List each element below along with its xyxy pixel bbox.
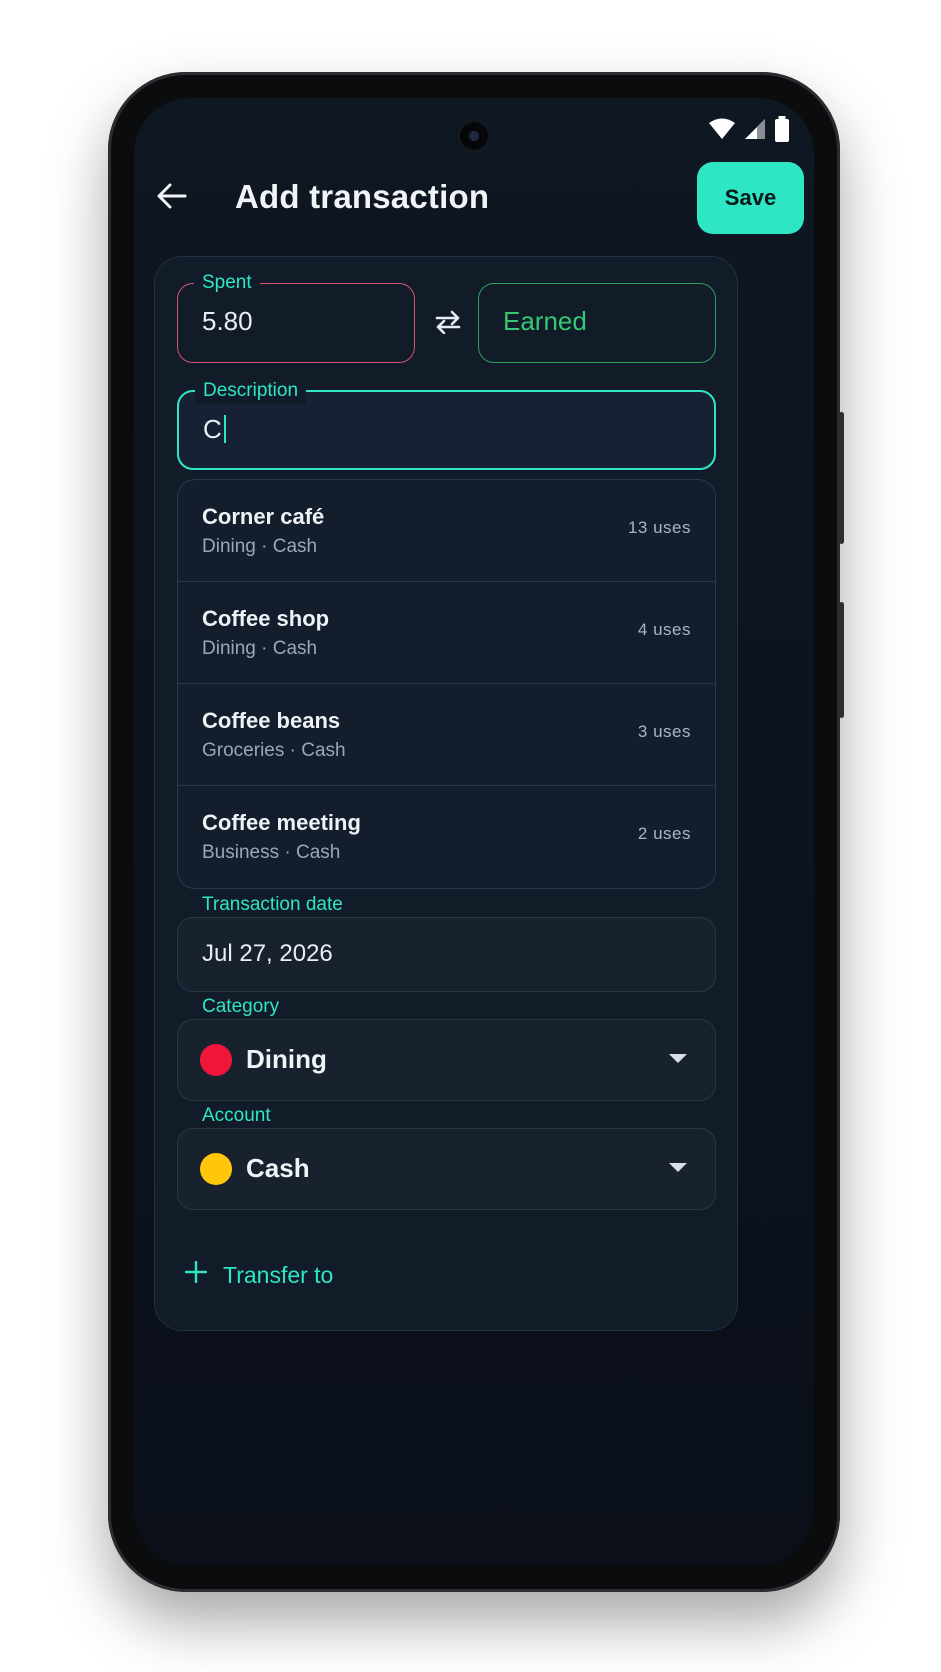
back-button[interactable] (152, 178, 192, 218)
page-title: Add transaction (235, 178, 490, 215)
suggestion-detail: Dining · Cash (202, 638, 318, 659)
category-value: Dining (246, 1044, 327, 1074)
description-value: C (203, 414, 222, 444)
phone-frame: Add transaction Save Spent 5.80 Earned D… (108, 72, 844, 1592)
account-color-dot (200, 1153, 232, 1185)
suggestion-item[interactable]: Corner café Dining · Cash 13 uses (178, 480, 715, 582)
transaction-date-value: Jul 27, 2026 (202, 940, 333, 967)
battery-icon (774, 116, 790, 147)
category-color-dot (200, 1044, 232, 1076)
category-select[interactable]: Category Dining (177, 996, 716, 1101)
suggestion-name: Corner café (202, 504, 325, 529)
chevron-down-icon (669, 1054, 687, 1063)
category-label: Category (202, 996, 280, 1017)
transaction-form-card: Spent 5.80 Earned Description C Corner c… (154, 256, 738, 1331)
chevron-down-icon (669, 1163, 687, 1172)
power-button (839, 412, 844, 544)
suggestion-detail: Dining · Cash (202, 536, 318, 557)
front-camera (460, 122, 488, 150)
suggestion-uses: 3 uses (637, 722, 691, 741)
suggestion-item[interactable]: Coffee shop Dining · Cash 4 uses (178, 582, 715, 684)
suggestion-uses: 2 uses (637, 824, 691, 843)
suggestion-list: Corner café Dining · Cash 13 uses Coffee… (177, 479, 716, 889)
wifi-icon (708, 118, 736, 145)
suggestion-uses: 13 uses (627, 518, 691, 537)
account-select[interactable]: Account Cash (177, 1105, 716, 1210)
suggestion-name: Coffee shop (202, 606, 330, 631)
spent-amount-field[interactable]: Spent 5.80 (177, 270, 415, 363)
app-bar: Add transaction Save (134, 160, 814, 238)
account-value: Cash (246, 1153, 310, 1183)
transaction-date-label: Transaction date (202, 894, 343, 915)
swap-icon (434, 310, 462, 339)
plus-icon (184, 1260, 208, 1289)
screen: Add transaction Save Spent 5.80 Earned D… (134, 98, 814, 1566)
suggestion-detail: Business · Cash (202, 842, 341, 863)
spent-value: 5.80 (202, 306, 253, 336)
suggestion-item[interactable]: Coffee beans Groceries · Cash 3 uses (178, 684, 715, 786)
save-button[interactable]: Save (697, 162, 804, 234)
transfer-to-label: Transfer to (223, 1261, 334, 1288)
description-field[interactable]: Description C (177, 378, 716, 470)
transaction-date-field[interactable]: Transaction date Jul 27, 2026 (177, 894, 716, 992)
description-label: Description (195, 378, 307, 404)
spent-label: Spent (194, 270, 260, 296)
signal-icon (744, 118, 766, 145)
arrow-left-icon (157, 183, 187, 214)
suggestion-name: Coffee beans (202, 708, 341, 733)
suggestion-name: Coffee meeting (202, 810, 361, 835)
suggestion-item[interactable]: Coffee meeting Business · Cash 2 uses (178, 786, 715, 888)
text-cursor (223, 415, 226, 443)
suggestion-uses: 4 uses (637, 620, 691, 639)
suggestion-detail: Groceries · Cash (202, 740, 346, 761)
status-bar (708, 116, 790, 147)
account-label: Account (202, 1105, 271, 1126)
swap-button[interactable] (430, 306, 466, 342)
earned-amount-field[interactable]: Earned (478, 283, 716, 363)
description-input[interactable]: C (203, 414, 226, 445)
volume-button (839, 602, 844, 718)
transfer-to-button[interactable]: Transfer to (184, 1257, 334, 1293)
earned-label: Earned (503, 306, 587, 336)
